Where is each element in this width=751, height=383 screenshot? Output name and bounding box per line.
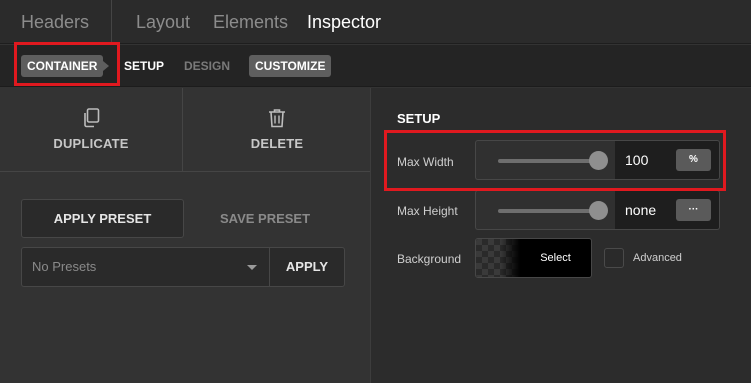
trash-icon bbox=[269, 109, 285, 128]
slider-track bbox=[498, 209, 598, 213]
transparency-checker bbox=[476, 239, 520, 277]
chevron-down-icon bbox=[247, 265, 257, 270]
max-width-label: Max Width bbox=[397, 155, 454, 169]
duplicate-button[interactable]: DUPLICATE bbox=[0, 88, 183, 172]
background-label: Background bbox=[397, 252, 462, 266]
max-height-value-field[interactable]: none ··· bbox=[615, 190, 720, 230]
duplicate-label: DUPLICATE bbox=[53, 136, 129, 151]
slider-thumb[interactable] bbox=[588, 151, 608, 170]
tab-inspector[interactable]: Inspector bbox=[307, 0, 381, 44]
breadcrumb-design[interactable]: DESIGN bbox=[184, 55, 230, 77]
duplicate-icon bbox=[84, 108, 100, 128]
slider-track bbox=[498, 159, 598, 163]
apply-preset-button[interactable]: APPLY PRESET bbox=[21, 199, 184, 238]
breadcrumb-customize[interactable]: CUSTOMIZE bbox=[249, 55, 332, 77]
max-height-value[interactable]: none bbox=[625, 191, 656, 229]
tab-elements[interactable]: Elements bbox=[213, 0, 288, 44]
advanced-label: Advanced bbox=[633, 252, 682, 264]
breadcrumb-setup[interactable]: SETUP bbox=[124, 55, 164, 77]
max-height-label: Max Height bbox=[397, 204, 458, 218]
delete-label: DELETE bbox=[250, 136, 304, 151]
breadcrumb: CONTAINER SETUP DESIGN CUSTOMIZE bbox=[0, 45, 751, 87]
preset-select-value: No Presets bbox=[32, 259, 97, 274]
delete-button[interactable]: DELETE bbox=[184, 88, 370, 172]
apply-button[interactable]: APPLY bbox=[269, 247, 345, 287]
background-color-picker[interactable]: Select bbox=[475, 238, 592, 278]
max-width-unit-button[interactable]: % bbox=[676, 149, 711, 171]
advanced-checkbox[interactable] bbox=[604, 248, 624, 268]
slider-thumb[interactable] bbox=[588, 201, 608, 220]
tab-layout[interactable]: Layout bbox=[136, 0, 190, 44]
background-select-label: Select bbox=[540, 252, 571, 264]
max-width-value-field[interactable]: 100 % bbox=[615, 140, 720, 180]
max-width-value[interactable]: 100 bbox=[625, 141, 648, 179]
action-row: DUPLICATE DELETE bbox=[0, 88, 370, 172]
left-panel: DUPLICATE DELETE APPLY PRESET SAVE PRESE… bbox=[0, 88, 370, 383]
tab-headers[interactable]: Headers bbox=[21, 0, 89, 44]
preset-select[interactable]: No Presets bbox=[21, 247, 269, 287]
max-height-slider[interactable] bbox=[475, 190, 615, 230]
save-preset-button[interactable]: SAVE PRESET bbox=[200, 199, 330, 238]
breadcrumb-container[interactable]: CONTAINER bbox=[21, 55, 110, 77]
setup-panel: SETUP Max Width 100 % Max Height none ··… bbox=[370, 88, 751, 383]
max-width-slider[interactable] bbox=[475, 140, 615, 180]
tab-divider bbox=[111, 0, 112, 44]
max-height-unit-button[interactable]: ··· bbox=[676, 199, 711, 221]
top-tab-bar: Headers Layout Elements Inspector bbox=[0, 0, 751, 44]
section-title: SETUP bbox=[397, 111, 441, 126]
